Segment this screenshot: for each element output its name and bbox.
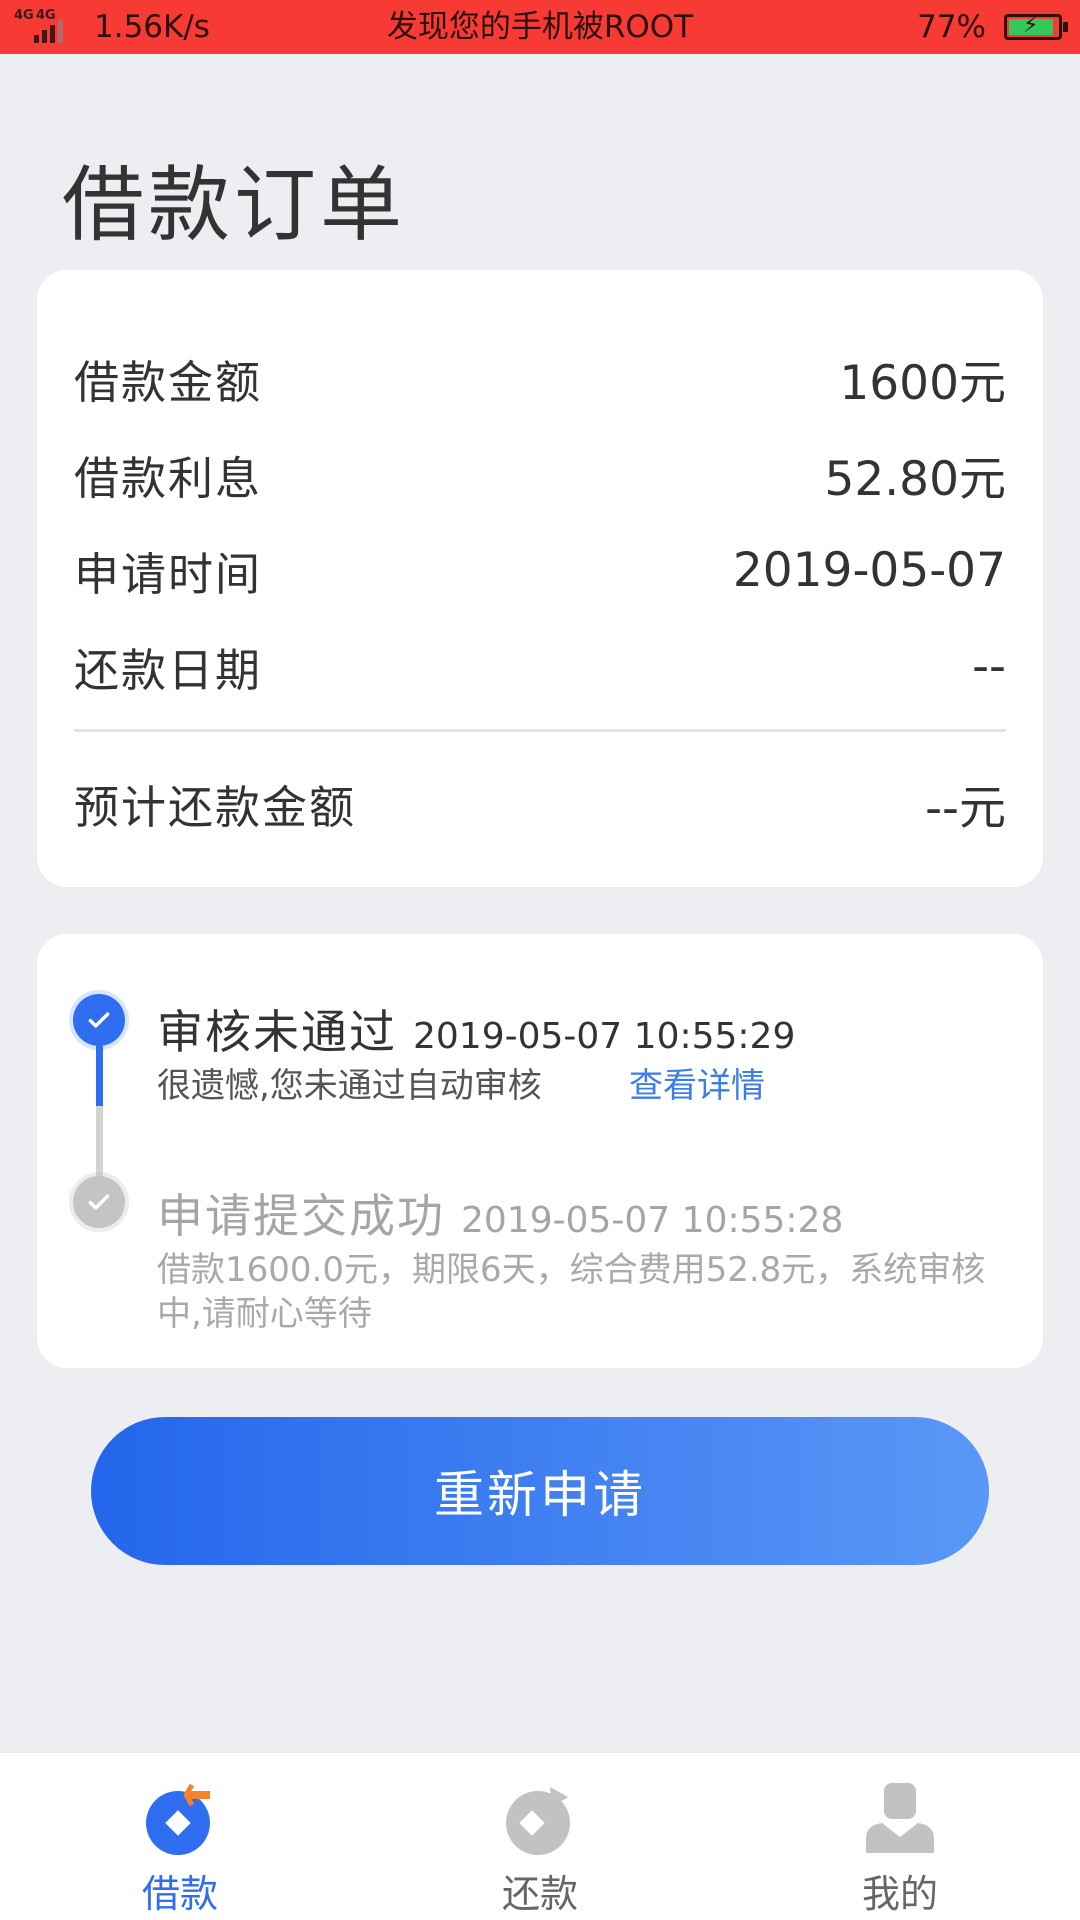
row-label: 预计还款金额 <box>74 780 357 834</box>
row-value: --元 <box>925 780 1006 836</box>
row-value: -- <box>972 638 1006 694</box>
timeline-connector <box>96 1046 103 1106</box>
step-time: 2019-05-07 10:55:29 <box>413 1016 796 1057</box>
tab-repay[interactable]: 还款 <box>440 1753 640 1920</box>
row-label: 还款日期 <box>74 643 263 697</box>
repay-icon <box>506 1787 570 1855</box>
row-label: 借款利息 <box>74 451 263 505</box>
profile-icon <box>866 1783 934 1853</box>
check-icon <box>73 1176 125 1228</box>
tab-label: 还款 <box>501 1872 578 1916</box>
timeline-connector <box>96 1106 103 1178</box>
status-bar: 4G 4G 1.56K/s 发现您的手机被ROOT 77% ⚡ <box>0 0 1080 54</box>
row-label: 借款金额 <box>74 355 263 409</box>
loan-amount-row: 借款金额 1600元 <box>74 348 1006 411</box>
step-description: 借款1600.0元，期限6天，综合费用52.8元，系统审核中,请耐心等待 <box>157 1250 986 1334</box>
row-label: 申请时间 <box>74 547 263 601</box>
repay-date-row: 还款日期 -- <box>74 636 1006 697</box>
reapply-button[interactable]: 重新申请 <box>91 1417 989 1565</box>
tab-label: 借款 <box>141 1872 218 1916</box>
tab-mine[interactable]: 我的 <box>800 1753 1000 1920</box>
row-value: 1600元 <box>839 355 1006 411</box>
battery-icon: ⚡ <box>1004 14 1068 40</box>
battery-percent: 77% <box>917 9 986 45</box>
loan-interest-row: 借款利息 52.80元 <box>74 444 1006 507</box>
loan-summary-card: 借款金额 1600元 借款利息 52.80元 申请时间 2019-05-07 还… <box>37 270 1043 887</box>
check-icon <box>73 994 125 1046</box>
step-time: 2019-05-07 10:55:28 <box>461 1200 844 1241</box>
apply-time-row: 申请时间 2019-05-07 <box>74 540 1006 601</box>
step-name: 申请提交成功 <box>157 1189 445 1243</box>
review-timeline-card: 审核未通过 2019-05-07 10:55:29 很遗憾,您未通过自动审核 查看… <box>37 934 1043 1368</box>
step-rejected-title: 审核未通过 2019-05-07 10:55:29 <box>157 996 795 1062</box>
bottom-tab-bar: 借款 还款 我的 <box>0 1752 1080 1920</box>
tab-borrow[interactable]: 借款 <box>80 1753 280 1920</box>
row-value: 2019-05-07 <box>732 542 1006 598</box>
divider <box>74 729 1006 732</box>
step-name: 审核未通过 <box>157 1005 397 1059</box>
page-title: 借款订单 <box>62 158 407 253</box>
row-value: 52.80元 <box>824 451 1006 507</box>
step-submitted-title: 申请提交成功 2019-05-07 10:55:28 <box>157 1180 843 1246</box>
tab-label: 我的 <box>861 1872 938 1916</box>
view-details-link[interactable]: 查看详情 <box>629 1064 765 1108</box>
expected-repayment-row: 预计还款金额 --元 <box>74 773 1006 836</box>
loan-order-screen: 4G 4G 1.56K/s 发现您的手机被ROOT 77% ⚡ 借款订单 借款金… <box>0 0 1080 1920</box>
borrow-icon <box>146 1783 210 1855</box>
